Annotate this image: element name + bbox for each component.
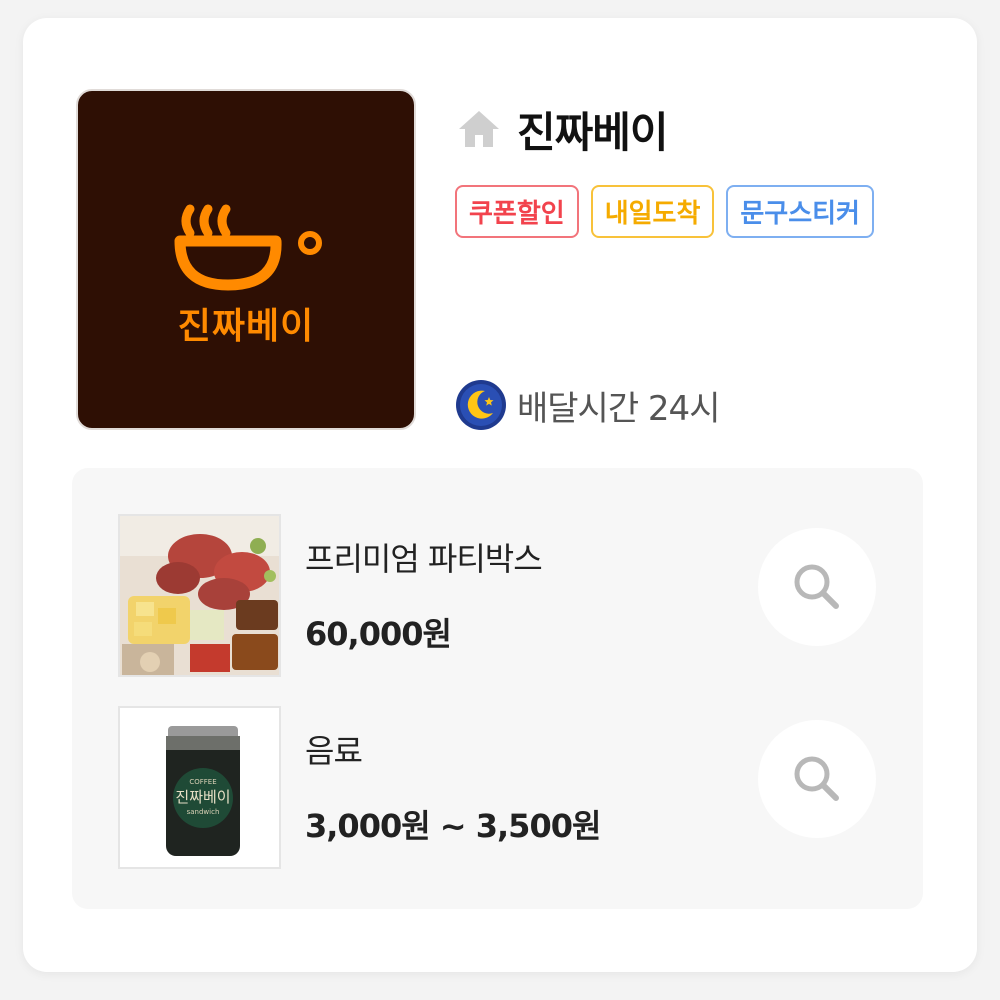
store-logo[interactable]: 진짜베이	[76, 89, 416, 430]
delivery-time: 배달시간 24시	[455, 378, 720, 432]
store-name: 진짜베이	[517, 107, 669, 157]
badge-list: 쿠폰할인 내일도착 문구스티커	[455, 185, 874, 238]
store-header: 진짜베이	[455, 101, 669, 157]
coupon-badge: 쿠폰할인	[455, 185, 579, 238]
home-icon	[459, 111, 499, 147]
menu-list: 프리미엄 파티박스 60,000원 COFFEE 진짜베이 sandwich 음…	[72, 468, 923, 909]
can-label-main: 진짜베이	[175, 788, 230, 806]
menu-item-name: 프리미엄 파티박스	[305, 540, 543, 578]
menu-item[interactable]: COFFEE 진짜베이 sandwich 음료 3,000원 ~ 3,500원	[118, 706, 878, 869]
search-icon	[794, 756, 839, 801]
menu-item-price: 60,000원	[305, 615, 452, 653]
zoom-button[interactable]	[758, 720, 876, 838]
moon-icon	[456, 380, 506, 430]
sticker-badge: 문구스티커	[726, 185, 874, 238]
zoom-button[interactable]	[758, 528, 876, 646]
tomorrow-delivery-badge: 내일도착	[590, 185, 715, 238]
party-box-thumbnail	[118, 514, 281, 677]
can-label-bottom: sandwich	[187, 808, 220, 816]
drink-thumbnail: COFFEE 진짜베이 sandwich	[118, 706, 281, 869]
menu-item-price: 3,000원 ~ 3,500원	[305, 807, 601, 845]
delivery-label: 배달시간 24시	[517, 388, 720, 429]
store-card: 진짜베이 진짜베이 쿠폰할인 내일도착 문구스티커 배달시간 24시 프리미엄 …	[23, 18, 977, 972]
menu-item-name: 음료	[305, 732, 363, 770]
menu-item[interactable]: 프리미엄 파티박스 60,000원	[118, 514, 878, 677]
cup-logo-icon	[174, 204, 322, 291]
can-label-top: COFFEE	[189, 778, 216, 786]
logo-text: 진짜베이	[177, 306, 315, 347]
search-icon	[794, 564, 839, 609]
